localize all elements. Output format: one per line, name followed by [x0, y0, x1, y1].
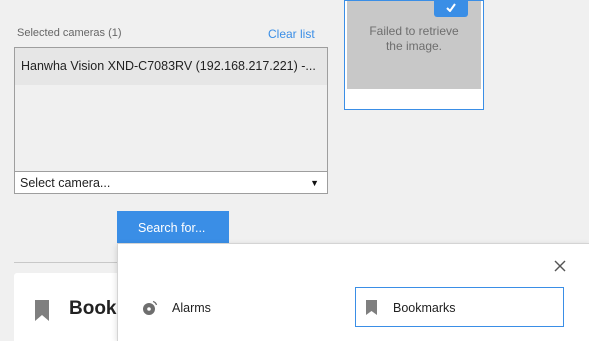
thumbnail-error-text: Failed to retrieve the image.	[369, 24, 459, 53]
bookmark-icon	[366, 300, 377, 315]
camera-list-item[interactable]: Hanwha Vision XND-C7083RV (192.168.217.2…	[15, 48, 327, 85]
search-option-label: Alarms	[172, 301, 211, 315]
camera-select-value: Select camera...	[20, 176, 111, 190]
search-for-button[interactable]: Search for...	[117, 211, 229, 243]
thumbnail-selected-badge	[434, 0, 468, 17]
search-option-bookmarks[interactable]: Bookmarks	[355, 287, 564, 327]
close-icon[interactable]	[553, 259, 567, 273]
selected-cameras-list: Hanwha Vision XND-C7083RV (192.168.217.2…	[14, 47, 328, 173]
section-divider	[14, 262, 118, 263]
search-type-popup: Alarms Bookmarks	[117, 243, 589, 341]
camera-select-dropdown[interactable]: Select camera... ▼	[14, 171, 328, 194]
clear-list-link[interactable]: Clear list	[268, 27, 315, 41]
check-icon	[446, 3, 456, 12]
dropdown-arrow-icon: ▼	[310, 178, 319, 188]
bookmark-icon	[35, 300, 49, 321]
search-option-alarms[interactable]: Alarms	[130, 288, 330, 328]
alarm-icon	[143, 300, 158, 315]
search-option-label: Bookmarks	[393, 301, 456, 315]
selected-cameras-label: Selected cameras (1)	[17, 27, 122, 39]
